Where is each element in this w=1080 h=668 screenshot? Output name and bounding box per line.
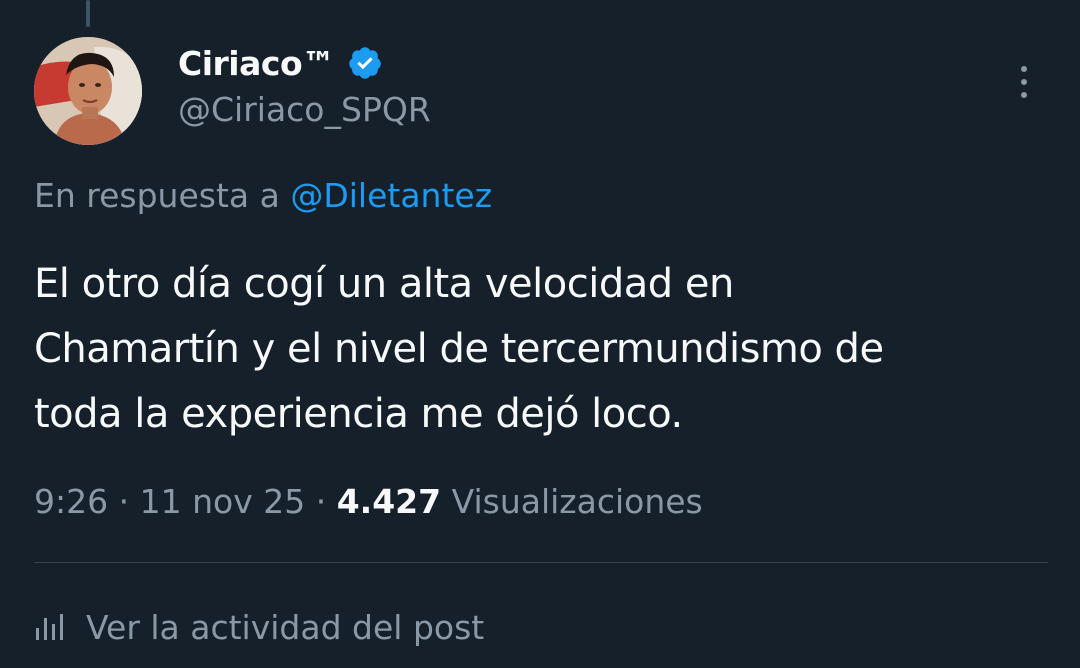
profile-photo-icon bbox=[34, 37, 142, 145]
author-avatar[interactable] bbox=[34, 37, 142, 145]
tweet-text-line: El otro día cogí un alta velocidad en bbox=[34, 261, 734, 307]
reply-mention-link[interactable]: @Diletantez bbox=[290, 176, 492, 215]
divider bbox=[34, 562, 1048, 563]
author-name-row: Ciriaco™ bbox=[178, 40, 383, 86]
thread-connector-line bbox=[86, 0, 90, 27]
tweet-date[interactable]: 11 nov 25 bbox=[140, 482, 306, 521]
more-dot-icon bbox=[1021, 66, 1027, 72]
view-post-activity-button[interactable]: Ver la actividad del post bbox=[34, 604, 484, 650]
views-label: Visualizaciones bbox=[451, 482, 703, 521]
author-display-name[interactable]: Ciriaco™ bbox=[178, 44, 335, 83]
tweet-text-line: toda la experiencia me dejó loco. bbox=[34, 391, 683, 437]
more-dot-icon bbox=[1021, 79, 1027, 85]
tweet-text: El otro día cogí un alta velocidad en Ch… bbox=[34, 252, 1054, 447]
meta-separator: · bbox=[315, 482, 327, 521]
views-count: 4.427 bbox=[336, 482, 442, 521]
tweet-meta: 9:26 · 11 nov 25 · 4.427 Visualizaciones bbox=[34, 482, 703, 521]
more-options-button[interactable] bbox=[1004, 60, 1044, 104]
activity-label: Ver la actividad del post bbox=[86, 607, 485, 647]
reply-prefix: En respuesta a bbox=[34, 176, 291, 215]
meta-separator: · bbox=[118, 482, 130, 521]
more-dot-icon bbox=[1021, 92, 1027, 98]
analytics-icon bbox=[36, 614, 63, 640]
verified-badge-icon bbox=[348, 47, 381, 79]
tweet-text-line: Chamartín y el nivel de tercermundismo d… bbox=[34, 326, 884, 372]
author-handle[interactable]: @Ciriaco_SPQR bbox=[178, 90, 431, 129]
tweet-time[interactable]: 9:26 bbox=[34, 482, 108, 521]
reply-context: En respuesta a @Diletantez bbox=[34, 176, 492, 215]
